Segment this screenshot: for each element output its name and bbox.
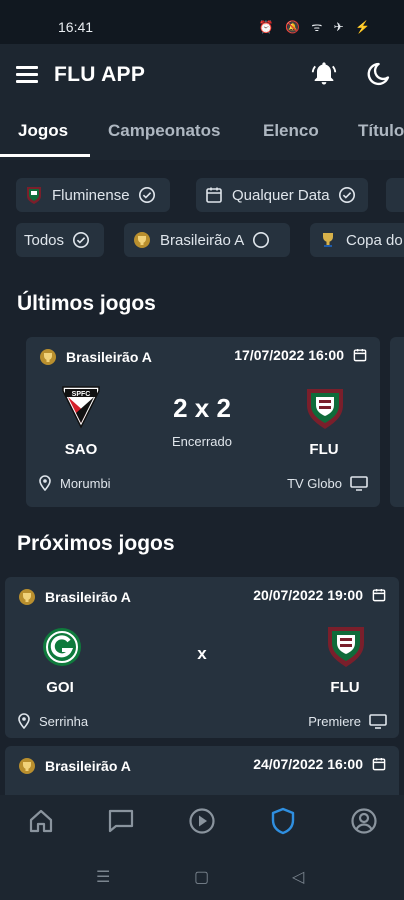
- game-broadcast: TV Globo: [287, 475, 368, 491]
- game-championship-label: Brasileirão A: [45, 589, 131, 605]
- tab-jogos[interactable]: Jogos: [18, 121, 68, 141]
- game-championship-label: Brasileirão A: [66, 349, 152, 365]
- location-pin-icon: [18, 713, 30, 729]
- filter-chip-copa[interactable]: Copa do Brasil: [310, 223, 404, 257]
- fluminense-crest-icon: [328, 627, 364, 667]
- calendar-icon: [353, 349, 367, 362]
- brasileirao-trophy-icon: [134, 232, 150, 248]
- location-pin-icon: [39, 475, 51, 491]
- active-tab-indicator: [0, 154, 90, 157]
- svg-text:SPFC: SPFC: [72, 391, 91, 398]
- next-games-title: Próximos jogos: [17, 532, 175, 555]
- filter-chip-team[interactable]: Fluminense: [16, 178, 170, 212]
- app-title: FLU APP: [54, 63, 146, 86]
- tab-bar: Jogos Campeonatos Elenco Títulos: [0, 104, 404, 160]
- fluminense-crest-icon: [307, 389, 343, 429]
- last-game-card[interactable]: Brasileirão A 17/07/2022 16:00 SPFC SAO …: [26, 337, 380, 507]
- brasileirao-trophy-icon: [40, 349, 56, 365]
- tab-elenco[interactable]: Elenco: [263, 121, 319, 141]
- bottom-navigation: [0, 795, 404, 847]
- game-broadcast: Premiere: [308, 713, 387, 729]
- game-datetime: 24/07/2022 16:00: [253, 756, 387, 772]
- game-datetime-label: 20/07/2022 19:00: [253, 587, 363, 603]
- calendar-icon: [372, 758, 386, 771]
- sao-paulo-crest-icon: SPFC: [62, 386, 100, 429]
- calendar-icon: [206, 187, 222, 203]
- tab-campeonatos[interactable]: Campeonatos: [108, 121, 220, 141]
- brasileirao-trophy-icon: [19, 589, 35, 605]
- game-datetime: 17/07/2022 16:00: [234, 347, 368, 363]
- away-team-name: FLU: [309, 441, 339, 458]
- game-score: 2 x 2: [173, 393, 231, 423]
- notifications-bell-icon[interactable]: [310, 60, 338, 88]
- profile-icon[interactable]: [350, 807, 378, 835]
- filter-chip-date[interactable]: Qualquer Data: [196, 178, 368, 212]
- home-icon[interactable]: [27, 807, 55, 835]
- copa-trophy-icon: [323, 233, 333, 247]
- game-venue-label: Serrinha: [39, 713, 89, 729]
- check-circle-icon: [338, 186, 355, 204]
- game-datetime-label: 17/07/2022 16:00: [234, 347, 344, 363]
- fluminense-crest-icon: [27, 187, 41, 204]
- game-venue-label: Morumbi: [60, 475, 111, 491]
- home-team-name: GOI: [46, 679, 74, 696]
- recent-apps-icon[interactable]: ☰: [96, 867, 110, 887]
- app-bar: FLU APP: [0, 44, 404, 104]
- status-icons: ⏰ 🔕 ᯤ ✈ ⚡: [258, 20, 374, 34]
- tv-monitor-icon: [350, 476, 368, 491]
- game-versus: x: [197, 644, 207, 663]
- filter-chip-copa-label: Copa do Brasil: [346, 231, 404, 249]
- menu-icon[interactable]: [16, 66, 38, 83]
- home-button-icon[interactable]: ▢: [194, 867, 209, 887]
- check-circle-icon: [73, 231, 90, 249]
- filter-chip-brasileirao-label: Brasileirão A: [160, 231, 245, 249]
- filter-chip-all-label: Todos: [24, 231, 65, 249]
- dark-mode-moon-icon[interactable]: [364, 60, 392, 88]
- home-team-name: SAO: [64, 441, 98, 458]
- game-datetime: 20/07/2022 19:00: [253, 587, 387, 603]
- filter-chip-all[interactable]: Todos: [16, 223, 104, 257]
- calendar-icon: [372, 589, 386, 602]
- tv-monitor-icon: [369, 714, 387, 729]
- game-broadcast-label: TV Globo: [287, 475, 342, 491]
- filter-chip-date-label: Qualquer Data: [232, 186, 330, 204]
- filter-chip-team-label: Fluminense: [52, 186, 130, 204]
- check-circle-icon: [138, 186, 155, 204]
- last-games-title: Últimos jogos: [17, 292, 156, 315]
- system-navigation-bar: ☰ ▢ ◁: [0, 847, 404, 900]
- game-championship: Brasileirão A: [38, 347, 152, 367]
- game-datetime-label: 24/07/2022 16:00: [253, 756, 363, 772]
- status-bar: 16:41 ⏰ 🔕 ᯤ ✈ ⚡: [0, 0, 404, 44]
- game-venue: Serrinha: [17, 713, 88, 729]
- status-time: 16:41: [58, 19, 94, 35]
- brasileirao-trophy-icon: [19, 758, 35, 774]
- game-championship-label: Brasileirão A: [45, 758, 131, 774]
- next-game-card[interactable]: Brasileirão A 20/07/2022 19:00 GOI x FLU…: [5, 577, 399, 738]
- play-icon[interactable]: [188, 807, 216, 835]
- back-icon[interactable]: ◁: [292, 867, 304, 887]
- goias-crest-icon: [43, 628, 81, 666]
- empty-circle-icon: [253, 231, 270, 249]
- shield-icon[interactable]: [269, 807, 297, 835]
- tab-titulos[interactable]: Títulos: [358, 121, 404, 141]
- game-status: Encerrado: [172, 434, 232, 449]
- game-broadcast-label: Premiere: [308, 713, 361, 729]
- game-venue: Morumbi: [38, 475, 111, 491]
- chat-icon[interactable]: [107, 807, 135, 835]
- game-championship: Brasileirão A: [17, 587, 131, 607]
- last-game-card-next[interactable]: [390, 337, 404, 507]
- filter-chip-brasileirao[interactable]: Brasileirão A: [124, 223, 290, 257]
- game-championship: Brasileirão A: [17, 756, 131, 776]
- filter-chip-overflow[interactable]: [386, 178, 404, 212]
- away-team-name: FLU: [330, 679, 360, 696]
